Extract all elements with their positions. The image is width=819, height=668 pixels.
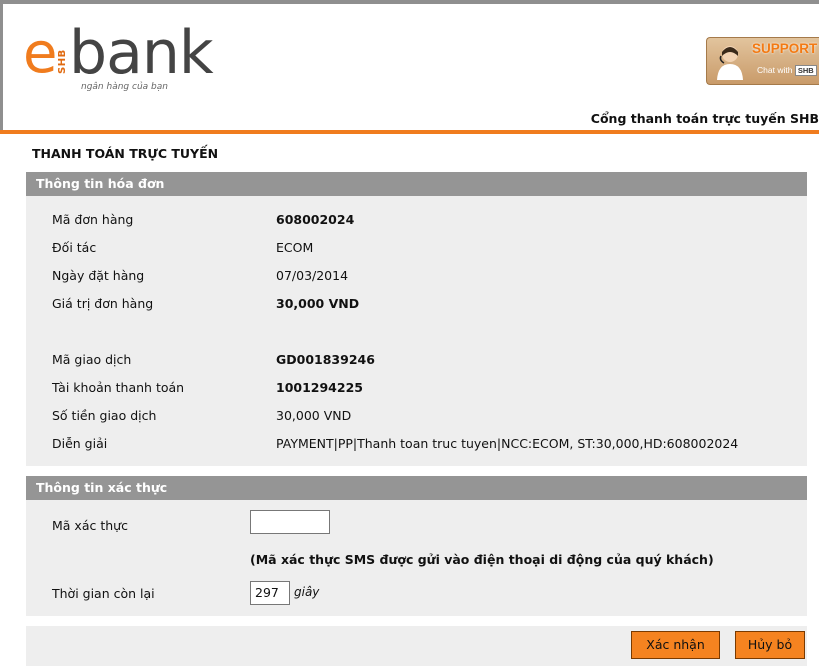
row-label: Mã giao dịch bbox=[52, 352, 132, 367]
invoice-row-description: Diễn giải PAYMENT|PP|Thanh toan truc tuy… bbox=[26, 436, 807, 456]
confirm-button[interactable]: Xác nhận bbox=[631, 631, 720, 659]
logo-badge: SHB bbox=[56, 36, 70, 78]
row-label: Giá trị đơn hàng bbox=[52, 296, 154, 311]
row-value: 30,000 VND bbox=[276, 296, 360, 311]
support-title: SUPPORT bbox=[752, 41, 818, 56]
row-value: 608002024 bbox=[276, 212, 355, 227]
row-value: 07/03/2014 bbox=[276, 268, 349, 283]
row-value: PAYMENT|PP|Thanh toan truc tuyen|NCC:ECO… bbox=[276, 436, 739, 451]
invoice-row-payment-account: Tài khoản thanh toán 1001294225 bbox=[26, 380, 807, 400]
row-label: Mã đơn hàng bbox=[52, 212, 134, 227]
otp-input[interactable] bbox=[250, 510, 330, 534]
row-label: Diễn giải bbox=[52, 436, 108, 451]
support-chat-text: Chat with SHB bbox=[757, 65, 817, 76]
support-chat-button[interactable]: SUPPORT Chat with SHB bbox=[706, 37, 819, 85]
header-divider bbox=[0, 130, 819, 134]
countdown-field: 297 bbox=[250, 581, 290, 605]
row-label: Số tiền giao dịch bbox=[52, 408, 157, 423]
row-label: Đối tác bbox=[52, 240, 97, 255]
page-title: THANH TOÁN TRỰC TUYẾN bbox=[32, 146, 219, 161]
support-chat-brand: SHB bbox=[794, 65, 817, 76]
auth-panel: Thông tin xác thực Mã xác thực Thời gian… bbox=[26, 476, 807, 616]
row-value: ECOM bbox=[276, 240, 314, 255]
invoice-row-order-id: Mã đơn hàng 608002024 bbox=[26, 212, 807, 232]
logo-word: bank bbox=[69, 18, 214, 88]
row-label: Tài khoản thanh toán bbox=[52, 380, 185, 395]
support-agent-icon bbox=[717, 46, 743, 80]
invoice-row-transaction-id: Mã giao dịch GD001839246 bbox=[26, 352, 807, 372]
invoice-section-title: Thông tin hóa đơn bbox=[26, 172, 807, 196]
invoice-row-order-amount: Giá trị đơn hàng 30,000 VND bbox=[26, 296, 807, 316]
auth-section-title: Thông tin xác thực bbox=[26, 476, 807, 500]
countdown-unit: giây bbox=[294, 585, 320, 599]
invoice-row-partner: Đối tác ECOM bbox=[26, 240, 807, 260]
cancel-button[interactable]: Hủy bỏ bbox=[735, 631, 805, 659]
time-row: Thời gian còn lại bbox=[26, 586, 807, 606]
invoice-panel: Thông tin hóa đơn Mã đơn hàng 608002024 … bbox=[26, 172, 807, 466]
ebank-logo: e SHB bank ngân hàng của bạn bbox=[23, 22, 214, 94]
invoice-row-order-date: Ngày đặt hàng 07/03/2014 bbox=[26, 268, 807, 288]
row-label: Ngày đặt hàng bbox=[52, 268, 145, 283]
portal-title: Cổng thanh toán trực tuyến SHB bbox=[590, 111, 819, 126]
otp-row: Mã xác thực bbox=[26, 518, 807, 538]
logo-tagline: ngân hàng của bạn bbox=[81, 82, 168, 92]
page-header: e SHB bank ngân hàng của bạn SUPPORT Cha… bbox=[0, 0, 819, 134]
logo-prefix: e bbox=[23, 21, 58, 86]
otp-label: Mã xác thực bbox=[52, 518, 128, 533]
row-value: GD001839246 bbox=[276, 352, 375, 367]
sms-note: (Mã xác thực SMS được gửi vào điện thoại… bbox=[250, 552, 714, 567]
time-label: Thời gian còn lại bbox=[52, 586, 155, 601]
row-value: 30,000 VND bbox=[276, 408, 352, 423]
invoice-row-transaction-amount: Số tiền giao dịch 30,000 VND bbox=[26, 408, 807, 428]
row-value: 1001294225 bbox=[276, 380, 363, 395]
